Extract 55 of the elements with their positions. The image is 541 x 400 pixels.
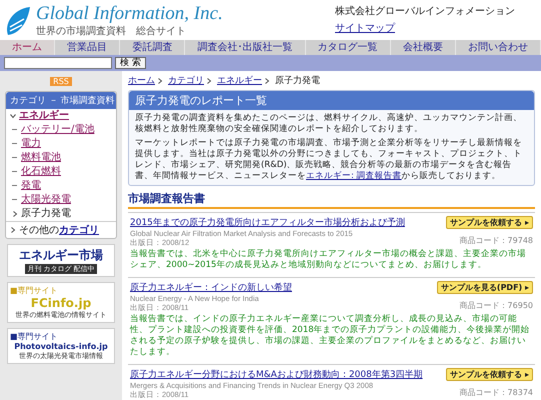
banner-tag: ■専門サイト [10, 331, 58, 342]
chevron-right-icon [12, 211, 18, 217]
other-label: その他の [19, 224, 59, 237]
report-title[interactable]: 2015年までの原子力発電所向けエアフィルター市場分析および予測 [130, 216, 405, 229]
sample-button[interactable]: サンプルを見る(PDF) ▸ [436, 281, 533, 294]
report-title[interactable]: 原子力エネルギー分野におけるM&Aおよび財務動向：2008年第3四半期 [130, 368, 423, 381]
subcategory-link[interactable]: 原子力発電 [21, 208, 71, 220]
search-field[interactable] [4, 57, 112, 69]
nav-tab[interactable]: ホーム [0, 40, 56, 55]
dash-icon [12, 129, 17, 131]
logo-icon [4, 5, 32, 37]
product-code: 商品コード：78374 [460, 387, 533, 398]
dash-icon [12, 143, 17, 145]
chevron-right-icon [10, 227, 16, 233]
category-link[interactable]: カテゴリ [59, 223, 99, 237]
subcategory-link[interactable]: 電力 [21, 138, 41, 150]
intro-title: 原子力発電のレポート一覧 [129, 91, 534, 110]
breadcrumb-link[interactable]: カテゴリ [168, 74, 204, 87]
banner-title: Photovoltaics-info.jp [14, 342, 108, 351]
breadcrumb-link[interactable]: ホーム [128, 74, 155, 87]
report-description: 当報告書では、インドの原子力エネルギー産業について調査分析し、成長の見込み、市場の可能性、プラント建設への投資要件を評価、2018年までの原子力プラントの設備能力、今後操業が開始される予定の原子炉験を提供し、市場の課題、主要企業のプロファイルをまとめるなど、お届けいたします。 [130, 314, 531, 358]
subcategory-link[interactable]: バッテリー/電池 [21, 124, 94, 136]
dash-icon [12, 199, 17, 201]
search-button[interactable]: 検 索 [115, 57, 146, 69]
intro-paragraph: 原子力発電の調査資料を集めたこのページは、燃料サイクル、高速炉、ユッカマウンテン計画、核燃料と放射性廃棄物の安全確保関連のレポートを紹介しております。 [135, 113, 523, 135]
breadcrumb-link[interactable]: エネルギー [217, 74, 262, 87]
chevron-right-icon [264, 78, 270, 84]
banner-title: FCinfo.jp [30, 296, 92, 310]
report-description: 当報告書では、北米を中心に原子力発電所向けエアフィルター市場の概会と課題、主要企業の市場シェア、2000~2015年の成長見込みと地域別動向などについてまとめ、お届けします。 [130, 249, 527, 271]
product-code: 商品コード：76950 [460, 300, 533, 311]
logo-title: Global Information, Inc. [36, 4, 223, 24]
chevron-right-icon [157, 78, 163, 84]
banner-title: エネルギー市場 [19, 247, 103, 264]
dash-icon [12, 171, 17, 173]
subcategory-link[interactable]: 発電 [21, 180, 41, 192]
intro-paragraph: マーケットレポートでは原子力発電の市場調査、市場予測と企業分析等をリサーチし最新情報を提供します。当社は原子力発電以外の分野につきましても、フォーキャスト、プロジェクト、トレンド、市場シェア、研究開発(R&D)、販売戦略、競合分析等の最新の市場データを含む報告書、年間情報サービス、ニュースレターを エネルギー: 調査報告書から販売しております。 [135, 138, 523, 182]
dash-icon [12, 157, 17, 159]
sample-button[interactable]: サンプルを依頼する ▸ [446, 216, 533, 229]
section-title: 市場調査報告書 [128, 189, 535, 209]
subcategory-link[interactable]: 燃料電池 [21, 152, 61, 164]
company-name: 株式会社グローバルインフォメーション [335, 4, 516, 18]
product-code: 商品コード：79748 [460, 235, 533, 246]
chevron-right-icon [206, 78, 212, 84]
category-title: カテゴリ － 市場調査資料 [6, 92, 116, 109]
category-link[interactable]: エネルギー [19, 110, 69, 122]
sitemap-link[interactable]: サイトマップ [335, 23, 395, 34]
report-title[interactable]: 原子力エネルギー：インドの新しい希望 [130, 281, 292, 294]
breadcrumb-current: 原子力発電 [275, 74, 320, 87]
logo-subtitle: 世界の市場調査資料 総合サイト [36, 24, 187, 38]
sample-button[interactable]: サンプルを依頼する ▸ [446, 368, 533, 381]
subcategory-link[interactable]: 化石燃料 [21, 166, 61, 178]
energy-reports-link[interactable]: エネルギー: 調査報告書 [306, 171, 402, 181]
subcategory-link[interactable]: 太陽光発電 [21, 194, 71, 206]
dash-icon [12, 185, 17, 187]
banner-tag: ■専門サイト [10, 285, 58, 296]
